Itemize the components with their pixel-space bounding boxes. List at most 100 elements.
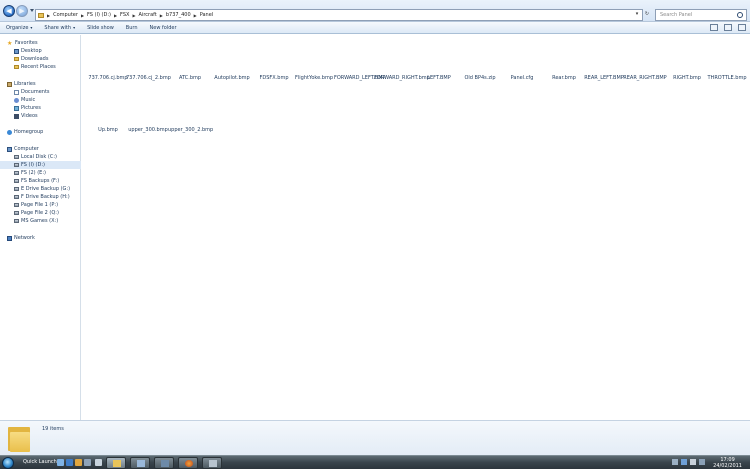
search-placeholder: Search Panel (660, 12, 693, 18)
file-item[interactable]: REAR_LEFT.BMP (582, 75, 626, 81)
file-item[interactable]: RIGHT.bmp (665, 75, 709, 81)
taskbar-window-3[interactable] (154, 457, 174, 469)
videos-icon (14, 113, 19, 119)
help-icon[interactable] (738, 24, 746, 31)
address-field[interactable]: ▶ Computer ▶ FS (I) (D:) ▶ FSX ▶ Aircraf… (35, 9, 643, 21)
file-item[interactable]: 737.706.cj_2.bmp (126, 75, 171, 81)
taskbar-firefox[interactable] (178, 457, 198, 469)
nav-drive-p[interactable]: Page File 1 (P:) (14, 201, 58, 209)
pictures-icon (14, 105, 19, 111)
file-item[interactable]: upper_300_2.bmp (168, 127, 213, 133)
file-item[interactable]: Old BP4s.zip (458, 75, 502, 81)
network-icon (7, 235, 12, 241)
nav-drive-d[interactable]: FS (I) (D:) (0, 161, 81, 169)
nav-network[interactable]: Network (7, 234, 35, 242)
chevron-right-icon[interactable]: ▶ (81, 13, 84, 18)
nav-favorites[interactable]: ★ Favorites (7, 39, 38, 47)
address-dropdown-icon[interactable]: ▾ (632, 9, 642, 21)
burn-button[interactable]: Burn (126, 25, 138, 31)
chevron-right-icon[interactable]: ▶ (114, 13, 117, 18)
desktop-icon (14, 48, 19, 54)
internet-explorer-icon[interactable] (66, 459, 73, 466)
nav-recent-places[interactable]: Recent Places (14, 63, 56, 71)
music-icon (14, 97, 19, 103)
nav-drive-q[interactable]: Page File 2 (Q:) (14, 209, 59, 217)
nav-drive-x[interactable]: MS Games (X:) (14, 217, 58, 225)
chevron-right-icon[interactable]: ▶ (160, 13, 163, 18)
window-icon (137, 460, 145, 467)
file-item[interactable]: REAR_RIGHT.BMP (623, 75, 667, 81)
nav-drive-c[interactable]: Local Disk (C:) (14, 153, 57, 161)
nav-drive-e[interactable]: FS (2) (E:) (14, 169, 46, 177)
chevron-right-icon[interactable]: ▶ (132, 13, 135, 18)
organize-button[interactable]: Organize (6, 25, 32, 31)
tray-up-icon[interactable] (672, 459, 678, 465)
search-icon[interactable] (737, 12, 743, 18)
volume-icon[interactable] (690, 459, 696, 465)
file-item[interactable]: THROTTLE.bmp (705, 75, 749, 81)
taskbar-window-2[interactable] (130, 457, 150, 469)
chevron-icon[interactable] (95, 459, 102, 466)
item-count: 19 items (42, 426, 64, 432)
breadcrumb-panel[interactable]: Panel (200, 12, 214, 18)
breadcrumb-b737[interactable]: b737_400 (166, 12, 191, 18)
homegroup-icon (7, 129, 12, 135)
nav-libraries[interactable]: Libraries (7, 80, 36, 88)
recent-places-icon (14, 65, 19, 69)
nav-homegroup[interactable]: Homegroup (7, 128, 43, 136)
forward-button[interactable]: ▶ (16, 5, 28, 17)
nav-desktop[interactable]: Desktop (14, 47, 42, 55)
address-actions: ▾ ↻ (632, 9, 652, 21)
nav-pictures[interactable]: Pictures (14, 104, 41, 112)
file-item[interactable]: Panel.cfg (500, 75, 544, 81)
breadcrumb-aircraft[interactable]: Aircraft (139, 12, 157, 18)
nav-drive-g[interactable]: E Drive Backup (G:) (14, 185, 70, 193)
nav-computer[interactable]: Computer (7, 145, 39, 153)
breadcrumb-drive[interactable]: FS (I) (D:) (87, 12, 111, 18)
refresh-icon[interactable]: ↻ (642, 9, 652, 21)
star-icon: ★ (7, 39, 13, 47)
media-player-icon[interactable] (84, 459, 91, 466)
breadcrumb-fsx[interactable]: FSX (120, 12, 129, 18)
network-tray-icon[interactable] (681, 459, 687, 465)
file-item[interactable]: Up.bmp (86, 127, 130, 133)
file-item[interactable]: ATC.bmp (168, 75, 212, 81)
chevron-right-icon[interactable]: ▶ (47, 13, 50, 18)
file-item[interactable]: FORWARD_LEFT.BMP (334, 75, 386, 81)
flag-icon[interactable] (699, 459, 705, 465)
share-with-button[interactable]: Share with (44, 25, 75, 31)
taskbar-window-5[interactable] (202, 457, 222, 469)
file-item[interactable]: upper_300.bmp (126, 127, 170, 133)
file-item[interactable]: LEFT.BMP (417, 75, 461, 81)
nav-music[interactable]: Music (14, 96, 35, 104)
file-item[interactable]: FDSFX.bmp (252, 75, 296, 81)
preview-pane-icon[interactable] (724, 24, 732, 31)
file-item[interactable]: FlightYoke.bmp (292, 75, 336, 81)
quick-launch-label[interactable]: Quick Launch (23, 459, 57, 465)
hard-drive-icon (14, 203, 19, 207)
explorer-icon[interactable] (75, 459, 82, 466)
search-input[interactable]: Search Panel (655, 9, 747, 21)
recent-pages-dropdown-icon[interactable] (30, 9, 34, 12)
file-item[interactable]: Autopilot.bmp (210, 75, 254, 81)
clock[interactable]: 17:09 24/02/2011 (713, 457, 742, 469)
breadcrumb-computer[interactable]: Computer (53, 12, 78, 18)
nav-videos[interactable]: Videos (14, 112, 38, 120)
nav-documents[interactable]: Documents (14, 88, 50, 96)
nav-downloads[interactable]: Downloads (14, 55, 48, 63)
file-item[interactable]: 737.706.cj.bmp (86, 75, 130, 81)
nav-drive-f[interactable]: FS Backups (F:) (14, 177, 59, 185)
file-item[interactable]: Rear.bmp (542, 75, 586, 81)
show-desktop-icon[interactable] (57, 459, 64, 466)
taskbar-explorer[interactable] (106, 457, 126, 469)
new-folder-button[interactable]: New folder (150, 25, 177, 31)
back-button[interactable]: ◀ (3, 5, 15, 17)
start-button[interactable] (2, 457, 14, 469)
library-icon (7, 81, 12, 87)
hard-drive-icon (14, 187, 19, 191)
file-item[interactable]: FORWARD_RIGHT.bmp (374, 75, 430, 81)
nav-drive-h[interactable]: F Drive Backup (H:) (14, 193, 70, 201)
chevron-right-icon[interactable]: ▶ (194, 13, 197, 18)
change-view-icon[interactable] (710, 24, 718, 31)
slide-show-button[interactable]: Slide show (87, 25, 114, 31)
